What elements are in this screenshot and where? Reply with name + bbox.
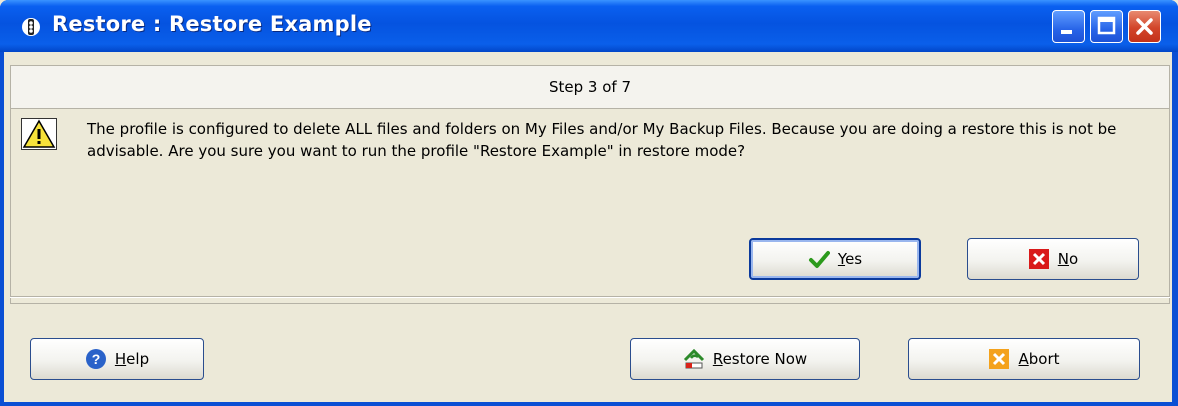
abort-button-label: Abort: [1018, 350, 1060, 368]
restore-icon: [683, 348, 704, 369]
restore-now-button-label: Restore Now: [712, 350, 808, 368]
close-button[interactable]: [1128, 10, 1161, 43]
message-panel: The profile is configured to delete ALL …: [10, 108, 1170, 304]
no-button[interactable]: No: [967, 238, 1139, 280]
dialog-body: Step 3 of 7 The profile is configured to…: [4, 52, 1172, 402]
title-bar[interactable]: Restore : Restore Example: [0, 0, 1178, 52]
help-icon: ?: [85, 349, 106, 369]
maximize-icon: [1097, 16, 1116, 35]
abort-button[interactable]: Abort: [908, 338, 1140, 380]
separator: [10, 296, 1170, 298]
help-button[interactable]: ? Help: [30, 338, 204, 380]
window-title: Restore : Restore Example: [52, 12, 372, 36]
dialog-window: Restore : Restore Example Step 3 of 7 Th…: [0, 0, 1178, 406]
step-indicator: Step 3 of 7: [548, 78, 631, 96]
minimize-icon: [1061, 30, 1072, 34]
close-icon: [1136, 18, 1153, 35]
yes-button[interactable]: Yes: [749, 238, 921, 280]
warning-message: The profile is configured to delete ALL …: [87, 120, 1117, 160]
help-button-label: Help: [114, 350, 150, 368]
step-header: Step 3 of 7: [10, 65, 1170, 109]
abort-icon: [989, 349, 1010, 369]
app-icon: [22, 18, 40, 36]
warning-icon: [21, 118, 57, 150]
restore-now-button[interactable]: Restore Now: [630, 338, 860, 380]
yes-button-label: Yes: [837, 250, 863, 268]
checkmark-icon: [808, 251, 830, 268]
svg-text:?: ?: [92, 351, 101, 367]
minimize-button[interactable]: [1052, 10, 1085, 43]
maximize-button[interactable]: [1090, 10, 1123, 43]
no-button-label: No: [1057, 250, 1079, 268]
red-x-icon: [1028, 249, 1049, 269]
